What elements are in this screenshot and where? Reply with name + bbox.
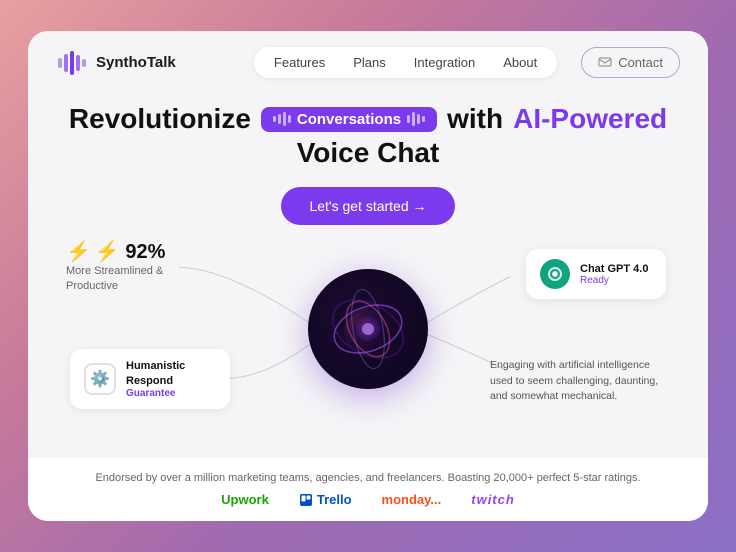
endorsed-text: Endorsed by over a million marketing tea… (56, 472, 680, 484)
hero-title-ai: AI-Powered (513, 103, 667, 135)
chatgpt-title: Chat GPT 4.0 (580, 263, 648, 275)
chatgpt-icon (540, 259, 570, 289)
upwork-logo: Upwork (221, 492, 269, 507)
nav-plans[interactable]: Plans (353, 55, 386, 70)
trello-icon (299, 493, 313, 507)
right-description: Engaging with artificial intelligence us… (490, 358, 670, 405)
wave-bars-right (407, 112, 425, 126)
twitch-logo: twitch (471, 492, 515, 507)
left-stat: ⚡ ⚡ 92% More Streamlined & Productive (66, 239, 165, 295)
chatgpt-card: Chat GPT 4.0 Ready (526, 249, 666, 299)
stat-percent: ⚡ ⚡ 92% (66, 239, 165, 264)
logo-icon (56, 46, 88, 78)
humanistic-text: Humanistic Respond Guarantee (126, 359, 216, 399)
lightning-icon: ⚡ (66, 239, 91, 264)
logo-area: SynthoTalk (56, 46, 176, 78)
nav-features[interactable]: Features (274, 55, 325, 70)
cta-button[interactable]: Let's get started → (281, 187, 454, 225)
endorsed-strip: Endorsed by over a million marketing tea… (28, 458, 708, 521)
logos-row: Upwork Trello monday... twitch (56, 492, 680, 507)
wave-bars-left (273, 112, 291, 126)
chatgpt-status: Ready (580, 275, 648, 286)
stat-value: ⚡ 92% (95, 239, 166, 264)
hero-title-row: Revolutionize Conversations with AI-Powe… (69, 103, 667, 135)
trello-logo: Trello (299, 492, 352, 507)
monday-logo: monday... (382, 492, 442, 507)
stat-label: More Streamlined & Productive (66, 264, 165, 295)
hero-section: Revolutionize Conversations with AI-Powe… (28, 93, 708, 458)
middle-area: ⚡ ⚡ 92% More Streamlined & Productive (56, 239, 680, 419)
mail-icon (598, 55, 612, 69)
humanistic-title: Humanistic Respond (126, 359, 216, 388)
contact-label: Contact (618, 55, 663, 70)
nav-integration[interactable]: Integration (414, 55, 475, 70)
nav-links: Features Plans Integration About (254, 47, 557, 78)
hero-title-with: with (447, 103, 503, 135)
center-orb (308, 269, 428, 389)
gear-icon: ⚙️ (84, 363, 116, 395)
openai-icon (546, 265, 564, 283)
logo-text: SynthoTalk (96, 54, 176, 71)
contact-button[interactable]: Contact (581, 47, 680, 78)
navbar: SynthoTalk Features Plans Integration Ab… (28, 31, 708, 93)
humanistic-card: ⚙️ Humanistic Respond Guarantee (70, 349, 230, 409)
humanistic-subtitle: Guarantee (126, 388, 216, 399)
hero-badge: Conversations (261, 107, 437, 132)
nav-about[interactable]: About (503, 55, 537, 70)
hero-title-left: Revolutionize (69, 103, 251, 135)
hero-subtitle: Voice Chat (297, 137, 440, 169)
hero-badge-text: Conversations (297, 111, 401, 128)
chatgpt-info: Chat GPT 4.0 Ready (580, 263, 648, 286)
main-card: SynthoTalk Features Plans Integration Ab… (28, 31, 708, 521)
orb-shape (323, 284, 413, 374)
